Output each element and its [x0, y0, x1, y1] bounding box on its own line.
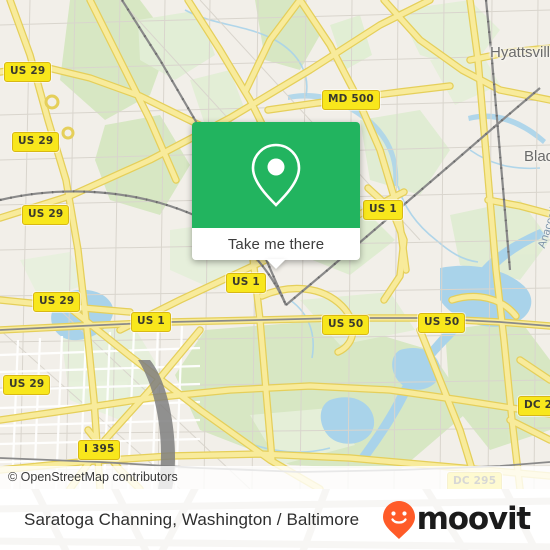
road-shield-us1-3[interactable]: US 1	[131, 312, 171, 332]
map-canvas[interactable]: US 29 US 29 US 29 US 29 US 29 MD 500 US …	[0, 0, 550, 489]
road-shield-us29-4[interactable]: US 29	[33, 292, 81, 312]
place-label-hyattsville: Hyattsville	[490, 44, 550, 61]
page-title: Saratoga Channing, Washington / Baltimor…	[24, 509, 360, 529]
road-shield-us29-5[interactable]: US 29	[3, 375, 51, 395]
callout-pointer-tail	[266, 259, 286, 269]
moovit-smiley-pin-icon	[382, 500, 415, 539]
destination-callout-card[interactable]: Take me there	[192, 122, 360, 269]
road-shield-dc295-1[interactable]: DC 295	[518, 396, 550, 416]
footer-bar: Saratoga Channing, Washington / Baltimor…	[0, 489, 550, 550]
road-shield-i395[interactable]: I 395	[78, 440, 121, 460]
map-pin-icon	[251, 143, 301, 207]
road-shield-us29-3[interactable]: US 29	[22, 205, 70, 225]
road-shield-us29-1[interactable]: US 29	[4, 62, 52, 82]
place-label-bladensburg: Blad	[524, 148, 550, 165]
moovit-wordmark: moovit	[416, 501, 532, 537]
moovit-brand[interactable]: moovit	[382, 500, 532, 540]
road-shield-us50-1[interactable]: US 50	[322, 315, 370, 335]
road-shield-us1-2[interactable]: US 1	[226, 273, 266, 293]
take-me-there-label: Take me there	[227, 235, 325, 253]
osm-attribution[interactable]: © OpenStreetMap contributors	[0, 465, 550, 489]
road-shield-us50-2[interactable]: US 50	[418, 313, 466, 333]
callout-action-area[interactable]: Take me there	[192, 228, 360, 269]
road-shield-us29-2[interactable]: US 29	[12, 132, 60, 152]
road-shield-us1-1[interactable]: US 1	[363, 200, 403, 220]
callout-icon-area	[192, 122, 360, 228]
road-shield-md500[interactable]: MD 500	[322, 90, 380, 110]
moovit-location-screen: US 29 US 29 US 29 US 29 US 29 MD 500 US …	[0, 0, 550, 550]
